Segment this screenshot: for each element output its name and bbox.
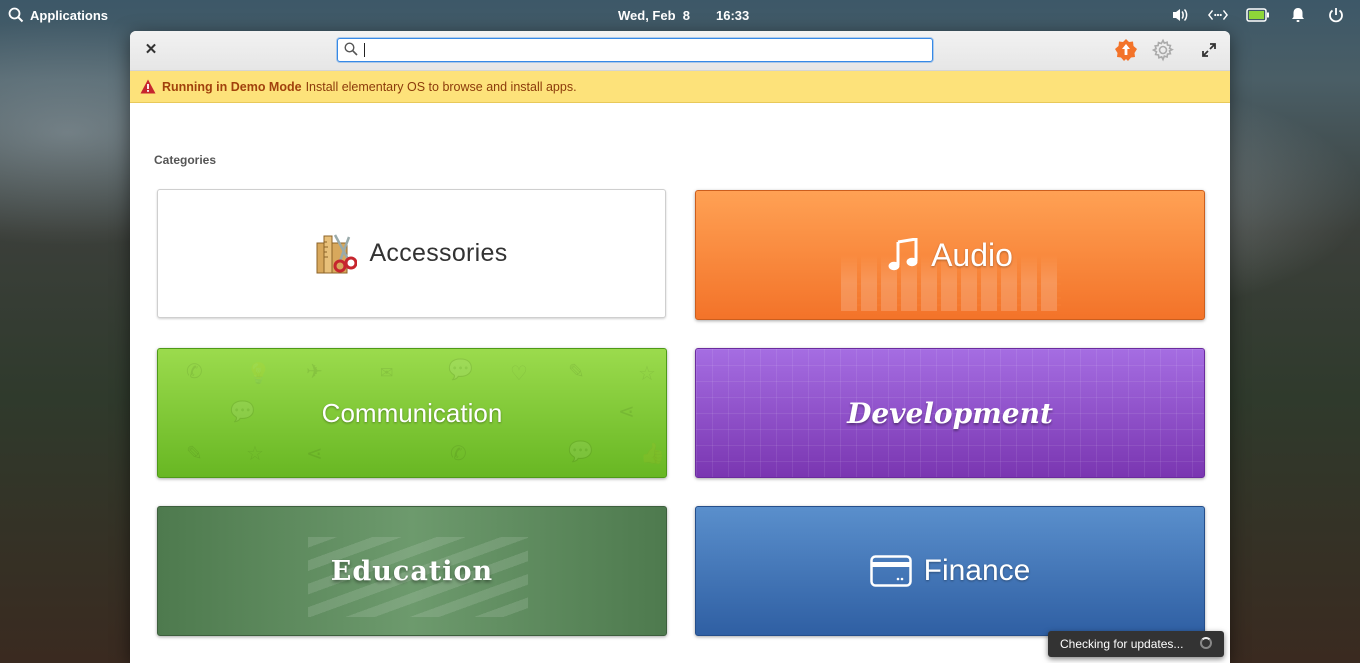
category-education[interactable]: Education	[157, 506, 667, 636]
category-label: Finance	[923, 554, 1031, 587]
maximize-button[interactable]	[1201, 42, 1217, 58]
top-panel: Applications Wed, Feb 8 16:33	[0, 0, 1360, 30]
category-audio[interactable]: Audio	[695, 190, 1205, 320]
infobar-title: Running in Demo Mode	[162, 79, 302, 94]
music-note-icon	[887, 238, 919, 272]
search-icon	[8, 7, 24, 23]
search-input[interactable]	[362, 41, 926, 59]
category-label: Education	[330, 555, 494, 587]
power-icon[interactable]	[1326, 6, 1346, 24]
category-label: Development	[847, 396, 1053, 430]
close-button[interactable]: ✕	[142, 41, 160, 59]
category-label: Accessories	[369, 239, 508, 267]
applications-label: Applications	[30, 7, 109, 23]
updates-toast: Checking for updates...	[1048, 631, 1224, 657]
updates-button[interactable]	[1114, 38, 1138, 62]
pencil-icon: ✎	[568, 361, 585, 383]
star-icon: ☆	[246, 443, 264, 465]
accessories-icon	[315, 233, 358, 275]
updates-badge-icon	[1115, 39, 1137, 61]
lightbulb-icon: 💡	[246, 363, 271, 385]
phone-icon: ✆	[450, 443, 467, 465]
categories-heading: Categories	[154, 153, 217, 167]
appcenter-window: ✕ Running in Demo Mode Install elementar…	[130, 31, 1230, 663]
toast-message: Checking for updates...	[1060, 637, 1184, 651]
volume-icon[interactable]	[1170, 6, 1190, 24]
credit-card-icon	[869, 555, 912, 587]
chat-bubble-icon: 💬	[230, 401, 255, 423]
gear-icon	[1151, 38, 1174, 62]
battery-icon[interactable]	[1246, 6, 1270, 24]
thumb-icon: 👍	[640, 443, 665, 465]
chat-bubble-icon: 💬	[568, 441, 593, 463]
time-label: 16:33	[716, 8, 750, 23]
date-label: Wed, Feb 8	[618, 8, 690, 23]
text-cursor	[364, 43, 365, 57]
system-tray	[1170, 6, 1346, 24]
phone-icon: ✆	[186, 361, 203, 383]
search-icon	[344, 42, 358, 56]
infobar-message: Install elementary OS to browse and inst…	[305, 79, 577, 94]
star-icon: ☆	[638, 363, 656, 385]
notifications-icon[interactable]	[1288, 6, 1308, 24]
warning-icon	[140, 79, 156, 94]
heart-icon: ♡	[510, 363, 528, 385]
network-icon[interactable]	[1208, 6, 1228, 24]
category-label: Audio	[931, 236, 1013, 273]
paper-plane-icon: ✈	[306, 361, 323, 383]
share-icon: ⋖	[306, 443, 323, 465]
share-icon: ⋖	[618, 401, 635, 423]
maximize-icon	[1202, 43, 1216, 57]
spinner-icon	[1200, 637, 1212, 649]
category-label: Communication	[321, 397, 503, 428]
mail-icon: ✉	[380, 365, 394, 382]
homepage: Categories Accessories Audio ✆ 💡 ✈ ✉ 💬 ♡…	[130, 103, 1230, 663]
search-field[interactable]	[337, 38, 933, 62]
chat-bubble-icon: 💬	[448, 359, 473, 381]
category-communication[interactable]: ✆ 💡 ✈ ✉ 💬 ♡ ✎ ☆ 💬 ⋖ ✎ ☆ ⋖ ✆ 💬 👍 Communic…	[157, 348, 667, 478]
headerbar: ✕	[130, 31, 1230, 71]
pencil-icon: ✎	[186, 443, 203, 465]
category-development[interactable]: Development	[695, 348, 1205, 478]
category-accessories[interactable]: Accessories	[157, 189, 666, 318]
settings-button[interactable]	[1151, 38, 1175, 62]
category-finance[interactable]: Finance	[695, 506, 1205, 636]
demo-mode-infobar: Running in Demo Mode Install elementary …	[130, 71, 1230, 103]
datetime-indicator[interactable]: Wed, Feb 8 16:33	[618, 8, 749, 23]
applications-menu-button[interactable]: Applications	[8, 7, 108, 23]
